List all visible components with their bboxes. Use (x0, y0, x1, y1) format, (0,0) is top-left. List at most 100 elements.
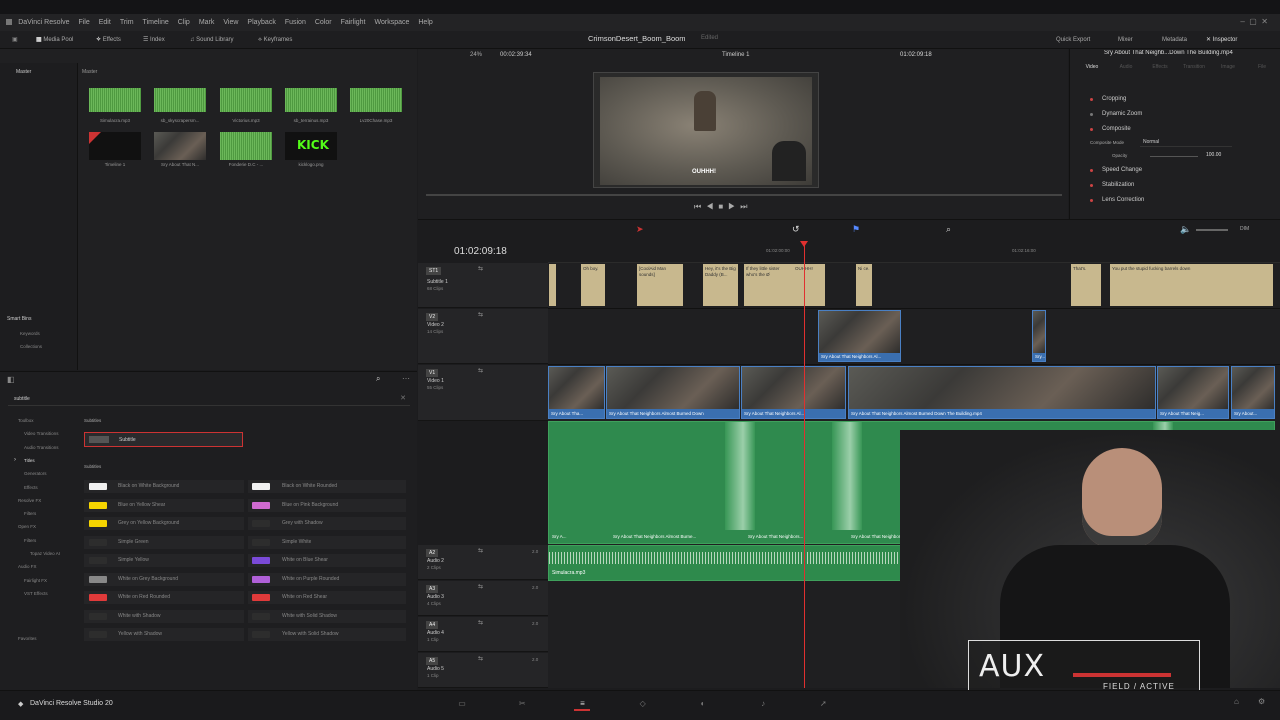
track-lock-icon[interactable]: ⇆ (478, 583, 483, 590)
inspector-tab[interactable]: Audio (1114, 64, 1138, 70)
subtitle-preset[interactable]: Black on White Background (84, 480, 244, 493)
video-clip[interactable]: Sry About That Neighbors Al... (818, 310, 901, 362)
more-options-icon[interactable]: ⋯ (402, 374, 410, 383)
video-clip[interactable]: Sry About That Neighbors Almost Burned D… (606, 366, 740, 419)
inspector-tab[interactable]: Transition (1182, 64, 1206, 70)
index-button[interactable]: ☰ Index (143, 31, 165, 49)
track-lock-icon[interactable]: ⇆ (478, 311, 483, 318)
media-pool-item[interactable]: sb_terrainus.mp3 (285, 88, 337, 128)
subtitle-effect-item[interactable]: Subtitle (84, 432, 243, 447)
track-id[interactable]: V1 (426, 369, 439, 377)
playhead[interactable] (804, 241, 805, 688)
inspector-tab[interactable]: Video (1080, 64, 1104, 70)
effects-category[interactable]: Audio FX (18, 564, 37, 569)
layout-icon[interactable]: ▣ (12, 31, 18, 49)
menu-item[interactable]: View (223, 14, 238, 31)
metadata-button[interactable]: Metadata (1162, 31, 1187, 49)
media-pool-item[interactable]: Sry About That N... (154, 132, 206, 172)
effects-category[interactable]: VST Effects (24, 591, 48, 596)
track-id[interactable]: V2 (426, 313, 439, 321)
video-clip[interactable]: Sry About That Neig... (1157, 366, 1229, 419)
volume-slider[interactable] (1196, 229, 1228, 231)
effects-category[interactable]: Topaz Video AI (30, 551, 60, 556)
master-bin[interactable]: Master (16, 69, 31, 75)
menu-item[interactable]: Color (315, 14, 332, 31)
effects-category[interactable]: Effects (24, 485, 38, 490)
composite-row[interactable]: Composite (1078, 122, 1274, 137)
composite-mode-select[interactable]: Normal (1140, 138, 1232, 147)
video-clip[interactable]: Sry... (1032, 310, 1046, 362)
menu-item[interactable]: Timeline (143, 14, 169, 31)
dynamic-zoom-row[interactable]: Dynamic Zoom (1078, 107, 1274, 122)
menu-item[interactable]: Clip (178, 14, 190, 31)
favorites-label[interactable]: Favorites (18, 636, 37, 641)
subtitle-preset[interactable]: White on Red Rounded (84, 591, 244, 604)
effects-category[interactable]: Fairlight FX (24, 578, 47, 583)
subtitle-preset[interactable]: Yellow with Shadow (84, 628, 244, 641)
menu-item[interactable]: Mark (199, 14, 215, 31)
effects-category[interactable]: Filters (24, 538, 36, 543)
sound-library-button[interactable]: ♫ Sound Library (190, 31, 234, 49)
track-lock-icon[interactable]: ⇆ (478, 655, 483, 662)
media-pool-button[interactable]: ▦ Media Pool (36, 31, 73, 49)
media-pool-item[interactable]: sb_skyscrapersm... (154, 88, 206, 128)
lens-correction-row[interactable]: Lens Correction (1078, 193, 1274, 208)
effects-category[interactable]: Open FX (18, 524, 36, 529)
audio-crossfade[interactable] (832, 422, 862, 530)
subtitle-preset[interactable]: Black on White Rounded (248, 480, 406, 493)
track-id[interactable]: A3 (426, 585, 439, 593)
keyframes-button[interactable]: ⟡ Keyframes (258, 31, 292, 49)
video-clip[interactable]: Sry About Tha... (548, 366, 605, 419)
stabilization-row[interactable]: Stabilization (1078, 178, 1274, 193)
deliver-page-icon[interactable]: ➚ (815, 697, 831, 711)
menu-item[interactable]: Fusion (285, 14, 306, 31)
mixer-button[interactable]: Mixer (1118, 31, 1133, 49)
track-lock-icon[interactable]: ⇆ (478, 547, 483, 554)
menu-item[interactable]: DaVinci Resolve (18, 14, 69, 31)
menu-item[interactable]: Help (418, 14, 432, 31)
edit-page-icon[interactable]: ≡ (574, 697, 591, 711)
subtitle-preset[interactable]: Blue on Yellow Shear (84, 498, 244, 512)
media-page-icon[interactable]: ▭ (454, 697, 470, 711)
subtitle-preset[interactable]: Simple Yellow (84, 554, 244, 567)
subtitle-clip[interactable]: Oh boy. (581, 264, 605, 306)
effects-button[interactable]: ✧ Effects (96, 31, 121, 49)
inspector-button[interactable]: ✕ Inspector (1206, 31, 1237, 49)
subtitle-preset[interactable]: Simple Green (84, 535, 244, 549)
timeline-ruler[interactable]: 01:02:00:00 01:02:16:00 (548, 241, 1280, 263)
subtitle-preset[interactable]: Yellow with Solid Shadow (248, 628, 406, 641)
settings-icon[interactable]: ⚙ (1258, 697, 1265, 706)
subtitle-clip[interactable]: Hey, it's the Big Daddy (B... (703, 264, 738, 306)
effects-category[interactable]: Audio Transitions (24, 445, 59, 450)
track-lock-icon[interactable]: ⇆ (478, 367, 483, 374)
media-pool-item[interactable]: Victorius.mp3 (220, 88, 272, 128)
menu-item[interactable]: Trim (120, 14, 134, 31)
menu-item[interactable]: Fairlight (341, 14, 366, 31)
video-clip[interactable]: Sry About That Neighbors Almost Burned D… (848, 366, 1156, 419)
track-id[interactable]: A4 (426, 621, 439, 629)
menu-item[interactable]: File (78, 14, 89, 31)
media-pool-item[interactable]: Lv20Chase.mp3 (350, 88, 402, 128)
timeline-name[interactable]: Timeline 1 (722, 52, 749, 58)
viewer-scrubber[interactable] (426, 194, 1062, 196)
menu-item[interactable]: Playback (247, 14, 275, 31)
subtitle-preset[interactable]: White on Red Shear (248, 591, 406, 604)
subtitle-clip[interactable]: That's. (1071, 264, 1101, 306)
quick-export-button[interactable]: Quick Export (1056, 31, 1090, 49)
clear-search-icon[interactable]: ✕ (400, 394, 406, 402)
subtitle-clip[interactable]: [CoolAid Man sounds] (637, 264, 683, 306)
transport-controls[interactable]: ⏮◀■▶⏭ (694, 202, 794, 212)
track-id[interactable]: A2 (426, 549, 439, 557)
search-icon[interactable]: ⌕ (376, 374, 380, 384)
zoom-level[interactable]: 24% (470, 52, 482, 58)
playhead-handle[interactable] (800, 241, 808, 247)
media-pool-item[interactable]: Simulacra.mp3 (89, 88, 141, 128)
inspector-tab[interactable]: File (1250, 64, 1274, 70)
subtitle-preset[interactable]: White with Shadow (84, 609, 244, 623)
color-page-icon[interactable]: ◐ (695, 697, 711, 711)
subtitle-preset[interactable]: White on Grey Background (84, 572, 244, 586)
opacity-value[interactable]: 100.00 (1206, 152, 1221, 158)
audio-crossfade[interactable] (725, 422, 755, 530)
flag-icon[interactable]: ⚑ (852, 224, 860, 235)
volume-icon[interactable]: 🔈 (1180, 224, 1191, 235)
